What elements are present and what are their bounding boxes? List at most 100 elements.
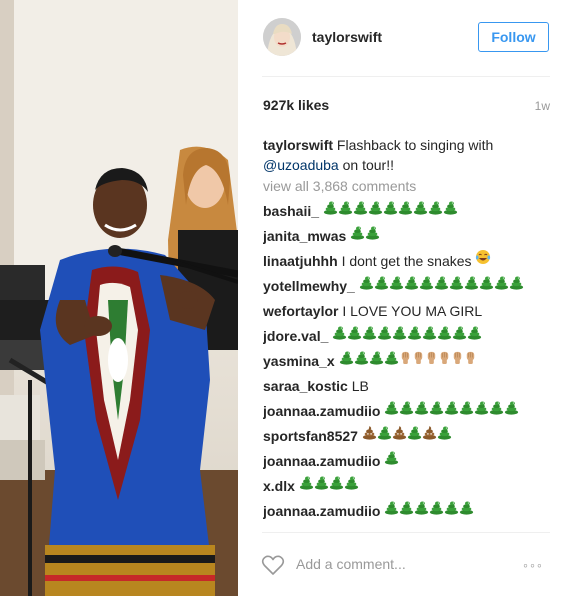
snake-emoji: [369, 349, 384, 371]
snake-emoji: [314, 474, 329, 496]
tears-of-joy-emoji: [475, 249, 491, 271]
view-all-comments-link[interactable]: view all 3,868 comments: [263, 178, 416, 194]
snake-emoji: [377, 324, 392, 346]
comment-item: joannaa.zamudiio: [263, 450, 553, 475]
comment-item: sportsfan8527: [263, 425, 553, 450]
snake-emoji: [365, 224, 380, 246]
snake-emoji: [419, 274, 434, 296]
snake-emoji: [384, 499, 399, 521]
comment-username[interactable]: yasmina_x: [263, 353, 335, 369]
snake-emoji: [384, 449, 399, 471]
snake-emoji: [332, 324, 347, 346]
comment-text: I LOVE YOU MA GIRL: [342, 303, 483, 319]
snake-emoji: [384, 349, 399, 371]
comment-item: linaatjuhhh I dont get the snakes: [263, 250, 553, 275]
post-details-panel: taylorswift Follow 927k likes 1w taylors…: [238, 0, 570, 596]
comment-username[interactable]: jdore.val_: [263, 328, 328, 344]
snake-emoji: [413, 200, 428, 221]
snake-emoji: [414, 499, 429, 521]
post-header: taylorswift Follow: [238, 0, 570, 76]
snake-emoji: [437, 424, 452, 446]
comments-list: bashaii_ janita_mwas linaatjuhhh I dont …: [263, 200, 553, 532]
pile-of-poo-emoji: [422, 424, 437, 446]
snake-emoji: [347, 324, 362, 346]
caption-text-after: on tour!!: [342, 157, 394, 173]
comment-username[interactable]: linaatjuhhh: [263, 253, 338, 269]
header-divider: [262, 76, 550, 77]
snake-emoji: [407, 424, 422, 446]
snake-emoji: [359, 274, 374, 296]
comment-item: janita_mwas: [263, 225, 553, 250]
comment-item: yotellmewhy_: [263, 275, 553, 300]
comment-username[interactable]: sportsfan8527: [263, 428, 358, 444]
comment-username[interactable]: bashaii_: [263, 203, 319, 219]
post-photo[interactable]: [0, 0, 238, 596]
snake-emoji: [383, 200, 398, 221]
snake-emoji: [339, 349, 354, 371]
comment-username[interactable]: joannaa.zamudiio: [263, 453, 380, 469]
snake-emoji: [384, 399, 399, 421]
snake-emoji: [444, 399, 459, 421]
caption-username[interactable]: taylorswift: [263, 137, 333, 153]
comment-item: x.dlx: [263, 475, 553, 500]
snake-emoji: [428, 200, 443, 221]
pinched-fingers-emoji: [412, 349, 425, 371]
comment-item: bashaii_: [263, 200, 553, 225]
snake-emoji: [449, 274, 464, 296]
comment-text: I dont get the snakes: [341, 253, 472, 269]
snake-emoji: [467, 324, 482, 346]
post-username[interactable]: taylorswift: [312, 29, 382, 45]
snake-emoji: [414, 399, 429, 421]
snake-emoji: [404, 274, 419, 296]
caption-mention[interactable]: @uzoaduba: [263, 157, 339, 173]
pile-of-poo-emoji: [392, 424, 407, 446]
snake-emoji: [474, 399, 489, 421]
add-comment-row: Add a comment... ◦◦◦: [238, 532, 570, 596]
snake-emoji: [452, 324, 467, 346]
snake-emoji: [350, 224, 365, 246]
comment-username[interactable]: janita_mwas: [263, 228, 346, 244]
snake-emoji: [398, 200, 413, 221]
comment-username[interactable]: x.dlx: [263, 478, 295, 494]
snake-emoji: [392, 324, 407, 346]
avatar[interactable]: [263, 18, 301, 56]
pinched-fingers-emoji: [425, 349, 438, 371]
caption-text-before: Flashback to singing with: [336, 137, 494, 153]
add-comment-input[interactable]: Add a comment...: [296, 556, 406, 572]
comment-username[interactable]: yotellmewhy_: [263, 278, 355, 294]
snake-emoji: [299, 474, 314, 496]
pinched-fingers-emoji: [464, 349, 477, 371]
snake-emoji: [389, 274, 404, 296]
snake-emoji: [489, 399, 504, 421]
snake-emoji: [459, 499, 474, 521]
snake-emoji: [399, 499, 414, 521]
snake-emoji: [354, 349, 369, 371]
snake-emoji: [422, 324, 437, 346]
snake-emoji: [407, 324, 422, 346]
snake-emoji: [459, 399, 474, 421]
comment-username[interactable]: saraa_kostic: [263, 378, 348, 394]
pinched-fingers-emoji: [399, 349, 412, 371]
snake-emoji: [437, 324, 452, 346]
heart-icon[interactable]: [261, 554, 285, 581]
comment-username[interactable]: joannaa.zamudiio: [263, 503, 380, 519]
comment-item: yasmina_x: [263, 350, 553, 375]
snake-emoji: [444, 499, 459, 521]
like-count[interactable]: 927k likes: [263, 97, 329, 113]
snake-emoji: [509, 274, 524, 296]
more-options-button[interactable]: ◦◦◦: [523, 557, 544, 573]
snake-emoji: [494, 274, 509, 296]
comment-item: jdore.val_: [263, 325, 553, 350]
comment-username[interactable]: joannaa.zamudiio: [263, 403, 380, 419]
snake-emoji: [368, 200, 383, 221]
post-age[interactable]: 1w: [535, 99, 550, 113]
snake-emoji: [429, 399, 444, 421]
pinched-fingers-emoji: [451, 349, 464, 371]
snake-emoji: [323, 200, 338, 221]
snake-emoji: [443, 200, 458, 221]
photo-illustration: [0, 0, 238, 596]
snake-emoji: [429, 499, 444, 521]
snake-emoji: [434, 274, 449, 296]
comment-username[interactable]: wefortaylor: [263, 303, 338, 319]
follow-button[interactable]: Follow: [478, 22, 549, 52]
